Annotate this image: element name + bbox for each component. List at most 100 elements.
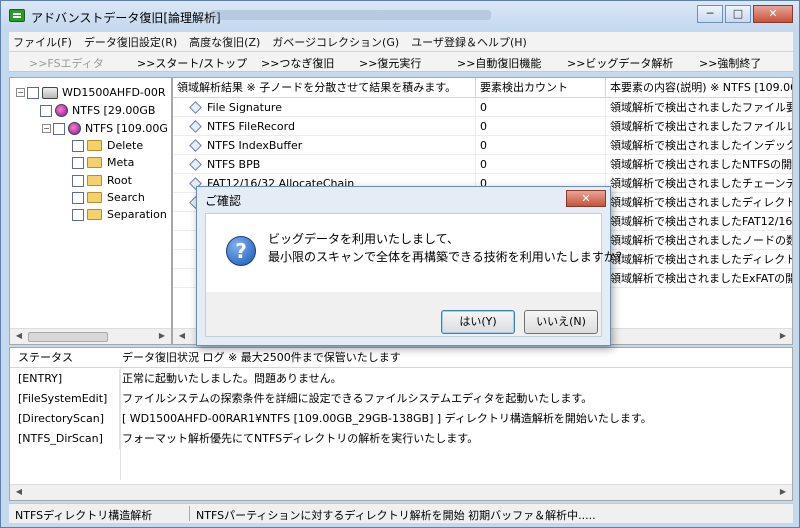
tree-item-root[interactable]: Root bbox=[72, 172, 132, 189]
count-cell: 0 bbox=[476, 136, 606, 155]
question-icon: ? bbox=[226, 236, 256, 266]
menu-file[interactable]: ファイル(F) bbox=[13, 34, 72, 50]
dialog-message-area: ? ビッグデータを利用いたしまして、 最小限のスキャンで全体を再構築できる技術を… bbox=[206, 214, 628, 292]
result-name-cell: NTFS FileRecord bbox=[173, 117, 476, 136]
bigdata-analysis-button[interactable]: >>ビッグデータ解析 bbox=[567, 55, 673, 71]
description-cell: 領域解析で検出されましたディレクトリ bbox=[610, 196, 793, 209]
restore-button[interactable]: >>復元実行 bbox=[359, 55, 421, 71]
status-column-header[interactable]: ステータス bbox=[10, 348, 73, 368]
tree-item-search[interactable]: Search bbox=[72, 189, 145, 206]
tree-item-partition-2[interactable]: − NTFS [109.00G bbox=[42, 120, 168, 137]
menu-garbage-collection[interactable]: ガベージコレクション(G) bbox=[272, 34, 399, 50]
auto-recovery-button[interactable]: >>自動復旧機能 bbox=[457, 55, 541, 71]
scroll-left-icon[interactable]: ◀ bbox=[12, 487, 26, 499]
start-stop-button[interactable]: >>スタート/ストップ bbox=[137, 55, 247, 71]
collapse-icon[interactable]: − bbox=[42, 124, 51, 133]
folder-icon bbox=[87, 140, 102, 151]
scroll-left-icon[interactable]: ◀ bbox=[175, 331, 189, 343]
checkbox[interactable] bbox=[40, 104, 52, 117]
log-row[interactable]: [ENTRY] 正常に起動いたしました。問題ありません。 bbox=[10, 369, 792, 389]
description-cell: 領域解析で検出されましたインデックス bbox=[610, 139, 793, 152]
scroll-thumb[interactable] bbox=[28, 332, 108, 342]
table-row[interactable]: File Signature 0 領域解析で検出されましたファイル要素 bbox=[173, 98, 792, 117]
log-column-header[interactable]: データ復旧状況 ログ ※ 最大2500件まで保管いたします bbox=[114, 348, 401, 368]
dialog-message-line-2: 最小限のスキャンで全体を再構築できる技術を利用いたしますか？ bbox=[268, 250, 628, 264]
yes-button[interactable]: はい(Y) bbox=[441, 310, 515, 334]
collapse-icon[interactable]: − bbox=[16, 88, 25, 97]
checkbox[interactable] bbox=[53, 122, 65, 135]
column-header-result[interactable]: 領域解析結果 ※ 子ノードを分散させて結果を積みます。 bbox=[173, 78, 476, 98]
minimize-button[interactable]: ─ bbox=[697, 5, 723, 23]
maximize-button[interactable]: □ bbox=[725, 5, 751, 23]
dialog-close-button[interactable]: ✕ bbox=[566, 190, 606, 207]
description-cell: 領域解析で検出されましたExFATの開始 bbox=[610, 272, 793, 285]
node-icon bbox=[189, 101, 202, 114]
status-bar-divider bbox=[189, 506, 190, 521]
partition-icon bbox=[68, 122, 81, 135]
column-header-count[interactable]: 要素検出カウント bbox=[476, 78, 606, 98]
no-button[interactable]: いいえ(N) bbox=[524, 310, 598, 334]
count-cell: 0 bbox=[476, 98, 606, 117]
dialog-body: ? ビッグデータを利用いたしまして、 最小限のスキャンで全体を再構築できる技術を… bbox=[205, 213, 628, 337]
count-cell: 0 bbox=[476, 117, 606, 136]
scroll-right-icon[interactable]: ▶ bbox=[776, 487, 790, 499]
description-cell: 領域解析で検出されましたチェーンデー bbox=[610, 177, 793, 190]
tree-item-label: WD1500AHFD-00R bbox=[62, 86, 166, 99]
status-horizontal-scrollbar[interactable]: ◀ ▶ bbox=[10, 484, 792, 500]
dialog-title: ご確認 bbox=[205, 194, 242, 208]
log-message: [ WD1500AHFD-00RAR1¥NTFS [109.00GB_29GB-… bbox=[122, 412, 652, 425]
scroll-right-icon[interactable]: ▶ bbox=[155, 331, 169, 343]
force-quit-button[interactable]: >>強制終了 bbox=[699, 55, 761, 71]
log-row[interactable]: [NTFS_DirScan] フォーマット解析優先にてNTFSディレクトリの解析を… bbox=[10, 429, 792, 449]
result-name-cell: NTFS BPB bbox=[173, 155, 476, 174]
table-row[interactable]: NTFS FileRecord 0 領域解析で検出されましたファイルレコ bbox=[173, 117, 792, 136]
dialog-message-line-1: ビッグデータを利用いたしまして、 bbox=[268, 232, 460, 246]
tsunagi-recovery-button[interactable]: >>つなぎ復旧 bbox=[261, 55, 334, 71]
log-row[interactable]: [FileSystemEdit] ファイルシステムの探索条件を詳細に設定できるファ… bbox=[10, 389, 792, 409]
tree-item-disk[interactable]: − WD1500AHFD-00R bbox=[16, 84, 166, 101]
tree-item-delete[interactable]: Delete bbox=[72, 137, 143, 154]
blurred-title-extra bbox=[211, 10, 491, 20]
volume-tree: − WD1500AHFD-00R NTFS [29.00GB − NTFS [1… bbox=[9, 77, 172, 345]
menu-recovery-settings[interactable]: データ復旧設定(R) bbox=[84, 34, 177, 50]
scroll-right-icon[interactable]: ▶ bbox=[776, 331, 790, 343]
toolbar: >>FSエディタ >>スタート/ストップ >>つなぎ復旧 >>復元実行 >>自動… bbox=[9, 52, 793, 72]
log-tag: [ENTRY] bbox=[10, 369, 120, 389]
result-name: NTFS IndexBuffer bbox=[207, 139, 303, 152]
fs-editor-button[interactable]: >>FSエディタ bbox=[29, 55, 104, 71]
status-header: ステータス データ復旧状況 ログ ※ 最大2500件まで保管いたします bbox=[10, 348, 792, 368]
checkbox[interactable] bbox=[72, 139, 84, 152]
folder-icon bbox=[87, 157, 102, 168]
log-message: ファイルシステムの探索条件を詳細に設定できるファイルシステムエディタを起動いたし… bbox=[122, 392, 593, 405]
tree-item-meta[interactable]: Meta bbox=[72, 154, 134, 171]
checkbox[interactable] bbox=[72, 174, 84, 187]
tree-item-partition-1[interactable]: NTFS [29.00GB bbox=[40, 102, 155, 119]
log-tag: [FileSystemEdit] bbox=[10, 389, 120, 409]
status-bar-mode: NTFSディレクトリ構造解析 bbox=[15, 509, 153, 522]
checkbox[interactable] bbox=[72, 156, 84, 169]
grid-header: 領域解析結果 ※ 子ノードを分散させて結果を積みます。 要素検出カウント 本要素… bbox=[173, 78, 792, 98]
description-cell: 領域解析で検出されましたディレクトリ bbox=[610, 253, 793, 266]
menu-advanced-recovery[interactable]: 高度な復旧(Z) bbox=[189, 34, 260, 50]
result-name-cell: File Signature bbox=[173, 98, 476, 117]
count-cell: 0 bbox=[476, 155, 606, 174]
description-cell: 領域解析で検出されましたファイル要素 bbox=[610, 101, 793, 114]
description-cell: 領域解析で検出されましたファイルレコ bbox=[610, 120, 793, 133]
checkbox[interactable] bbox=[27, 86, 39, 99]
table-row[interactable]: NTFS BPB 0 領域解析で検出されましたNTFSの開始 bbox=[173, 155, 792, 174]
log-row[interactable]: [DirectoryScan][ WD1500AHFD-00RAR1¥NTFS … bbox=[10, 409, 792, 429]
tree-horizontal-scrollbar[interactable]: ◀ ▶ bbox=[10, 328, 171, 344]
checkbox[interactable] bbox=[72, 208, 84, 221]
checkbox[interactable] bbox=[72, 191, 84, 204]
close-button[interactable]: ✕ bbox=[753, 5, 793, 23]
confirm-dialog: ご確認 ✕ ? ビッグデータを利用いたしまして、 最小限のスキャンで全体を再構築… bbox=[196, 186, 628, 346]
node-icon bbox=[189, 158, 202, 171]
menu-help[interactable]: ユーザ登録＆ヘルプ(H) bbox=[411, 34, 527, 50]
column-header-description[interactable]: 本要素の内容(説明) ※ NTFS [109.000 bbox=[606, 78, 792, 98]
table-row[interactable]: NTFS IndexBuffer 0 領域解析で検出されましたインデックス bbox=[173, 136, 792, 155]
menu-bar: ファイル(F) データ復旧設定(R) 高度な復旧(Z) ガベージコレクション(G… bbox=[9, 32, 793, 52]
description-cell: 領域解析で検出されましたノードの数を bbox=[610, 234, 793, 247]
scroll-left-icon[interactable]: ◀ bbox=[12, 331, 26, 343]
tree-item-label: NTFS [109.00G bbox=[85, 122, 168, 135]
tree-item-separation[interactable]: Separation bbox=[72, 206, 167, 223]
